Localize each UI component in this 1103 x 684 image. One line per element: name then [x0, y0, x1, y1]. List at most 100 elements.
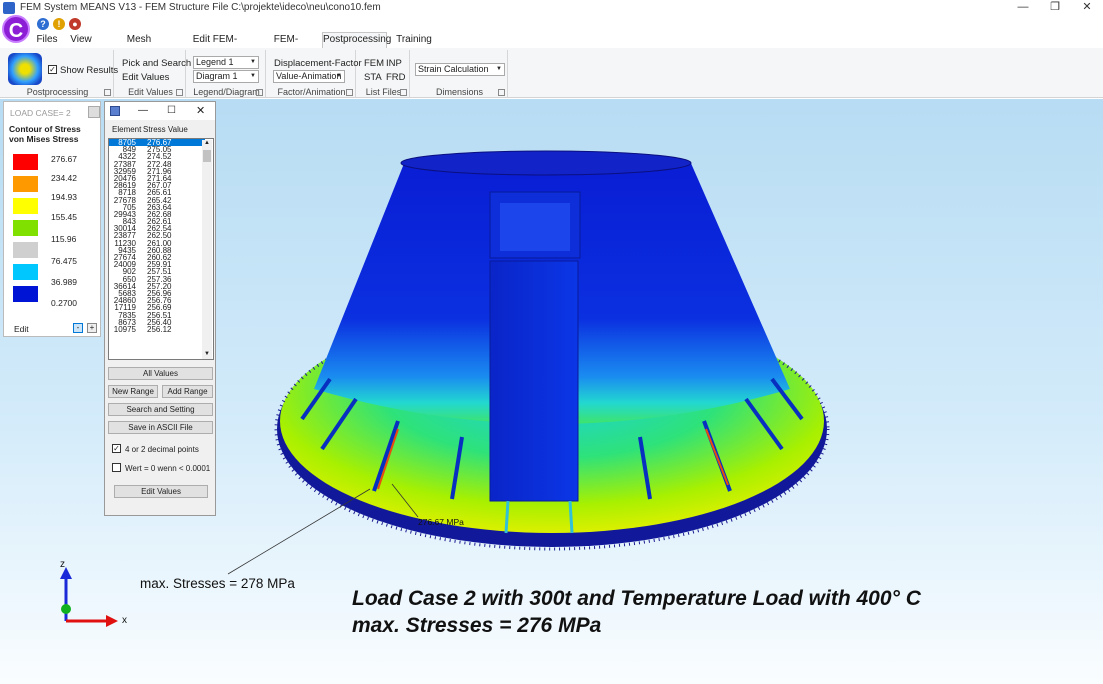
- search-and-setting-button[interactable]: Search and Setting: [108, 403, 213, 416]
- chevron-down-icon: ▼: [250, 73, 256, 79]
- diagram-combo[interactable]: Diagram 1 ▼: [193, 70, 259, 83]
- tab-mesh-generation[interactable]: Mesh Generation: [104, 33, 174, 59]
- scroll-up-icon[interactable]: ▲: [202, 140, 212, 149]
- pick-and-search-button[interactable]: Pick and Search: [122, 58, 191, 69]
- tip-icon[interactable]: !: [53, 18, 65, 30]
- edit-values-button[interactable]: Edit Values: [122, 72, 169, 83]
- application-menu-button[interactable]: C: [2, 15, 30, 43]
- legend-value: 36.989: [51, 277, 77, 287]
- legend-plus-button[interactable]: +: [87, 323, 97, 333]
- load-case-selector[interactable]: [88, 106, 100, 118]
- x-axis-arrow-icon: [106, 615, 118, 627]
- legend-value: 155.45: [51, 212, 77, 222]
- group-label-legend-diagram: Legend/Diagram: [193, 87, 260, 97]
- zero-threshold-label: Wert = 0 wenn < 0.0001: [125, 464, 211, 473]
- group-label-factor-animation: Factor/Animation: [277, 87, 346, 97]
- tab-training[interactable]: Training: [395, 33, 433, 48]
- chevron-down-icon: ▼: [496, 66, 502, 72]
- element-values-window: — ☐ ✕ Element Stress Value 8705 276.67 849…: [104, 101, 216, 516]
- table-row[interactable]: 10975 256.12: [109, 324, 205, 334]
- legend-swatch: [13, 220, 38, 236]
- save-ascii-button[interactable]: Save in ASCII File: [108, 421, 213, 434]
- zero-threshold-checkbox[interactable]: [112, 463, 121, 472]
- dialog-launcher-icon[interactable]: [176, 89, 183, 96]
- strain-calculation-combo[interactable]: Strain Calculation from ▼: [415, 63, 505, 76]
- group-label-dimensions: Dimensions: [435, 87, 484, 97]
- inp-file-button[interactable]: INP: [386, 58, 402, 69]
- stress-legend-panel: LOAD CASE= 2 Contour of Stress von Mises…: [3, 101, 101, 337]
- stress-value-cell: 256.12: [147, 324, 172, 334]
- legend-combo[interactable]: Legend 1 ▼: [193, 56, 259, 69]
- scroll-thumb[interactable]: [203, 150, 211, 162]
- group-label-edit-values: Edit Values: [128, 87, 173, 97]
- chevron-down-icon: ▼: [336, 73, 342, 79]
- legend-swatch: [13, 154, 38, 170]
- app-icon: [3, 2, 15, 14]
- legend-value: 0.2700: [51, 298, 77, 308]
- dialog-launcher-icon[interactable]: [498, 89, 505, 96]
- maximize-icon[interactable]: ☐: [167, 105, 176, 116]
- load-case-caption: LOAD CASE=: [10, 108, 64, 118]
- legend-swatch: [13, 264, 38, 280]
- tab-fem-analysis[interactable]: FEM-Analysis: [258, 33, 314, 59]
- title-bar: FEM System MEANS V13 - FEM Structure Fil…: [0, 0, 1103, 16]
- all-values-button[interactable]: All Values: [108, 367, 213, 380]
- help-icon[interactable]: ?: [37, 18, 49, 30]
- decimal-points-label: 4 or 2 decimal points: [125, 445, 199, 454]
- close-button[interactable]: ✕: [1072, 0, 1102, 16]
- restore-button[interactable]: ❐: [1040, 0, 1070, 16]
- element-stress-list[interactable]: 8705 276.67 849 275.05 4322 274.52 27387 272.48…: [108, 138, 214, 360]
- max-stress-leader-line: [227, 488, 371, 575]
- postprocessing-icon[interactable]: [8, 53, 42, 85]
- window-title: FEM System MEANS V13 - FEM Structure Fil…: [20, 2, 381, 13]
- add-range-button[interactable]: Add Range: [162, 385, 213, 398]
- legend-swatch: [13, 242, 38, 258]
- group-label-postprocessing: Postprocessing: [26, 87, 89, 97]
- column-leg-right: [568, 500, 574, 534]
- element-id-cell: 10975: [113, 324, 136, 334]
- ribbon-group-postprocessing: ✓ Show Results Postprocessing: [2, 50, 118, 98]
- show-results-checkbox[interactable]: ✓: [48, 65, 57, 74]
- legend-minus-button[interactable]: -: [73, 323, 83, 333]
- decimal-points-checkbox[interactable]: ✓: [112, 444, 121, 453]
- column-leg-left: [504, 500, 510, 534]
- column-header-element: Element: [112, 125, 142, 134]
- dialog-launcher-icon[interactable]: [256, 89, 263, 96]
- tab-postprocessing[interactable]: Postprocessing: [322, 32, 391, 49]
- ribbon-group-legend-diagram: Legend 1 ▼ Diagram 1 ▼ Legend/Diagram: [188, 50, 266, 98]
- result-caption: Load Case 2 with 300t and Temperature Lo…: [352, 585, 921, 639]
- legend-swatch: [13, 198, 38, 214]
- dialog-launcher-icon[interactable]: [104, 89, 111, 96]
- legend-edit-label[interactable]: Edit: [14, 324, 29, 334]
- ribbon-group-list-files: FEM INP STA FRD List Files: [358, 50, 410, 98]
- record-icon[interactable]: ●: [69, 18, 81, 30]
- tab-edit-fem-project[interactable]: Edit FEM-Project: [182, 33, 248, 59]
- value-animation-combo[interactable]: Value-Animation ▼: [273, 70, 345, 83]
- close-icon[interactable]: ✕: [196, 104, 205, 117]
- legend-value: 234.42: [51, 173, 77, 183]
- tab-view[interactable]: View: [68, 33, 94, 48]
- load-case-label: LOAD CASE= 2: [10, 108, 71, 118]
- quick-access-toolbar: [0, 16, 1103, 32]
- tab-files[interactable]: Files: [34, 33, 60, 48]
- displacement-factor-button[interactable]: Displacement-Factor: [274, 58, 362, 69]
- list-scrollbar[interactable]: ▲ ▼: [202, 140, 212, 359]
- edit-values-dialog-button[interactable]: Edit Values: [114, 485, 208, 498]
- value-animation-value: Value-Animation: [276, 71, 342, 81]
- element-window-titlebar: — ☐ ✕: [105, 102, 215, 120]
- sta-file-button[interactable]: STA: [364, 72, 382, 83]
- z-axis-label: z: [60, 559, 65, 570]
- scroll-down-icon[interactable]: ▼: [202, 351, 212, 359]
- minimize-icon[interactable]: —: [138, 105, 148, 116]
- fem-file-button[interactable]: FEM: [364, 58, 384, 69]
- x-axis-label: x: [122, 615, 127, 626]
- caption-line-2: max. Stresses = 276 MPa: [352, 614, 602, 637]
- dialog-launcher-icon[interactable]: [346, 89, 353, 96]
- legend-value: 115.96: [51, 234, 77, 244]
- peak-stress-label: 276.67 MPa: [418, 517, 464, 527]
- frd-file-button[interactable]: FRD: [386, 72, 406, 83]
- dialog-launcher-icon[interactable]: [400, 89, 407, 96]
- new-range-button[interactable]: New Range: [108, 385, 158, 398]
- strain-calculation-value: Strain Calculation from: [418, 64, 489, 74]
- minimize-button[interactable]: —: [1008, 0, 1038, 16]
